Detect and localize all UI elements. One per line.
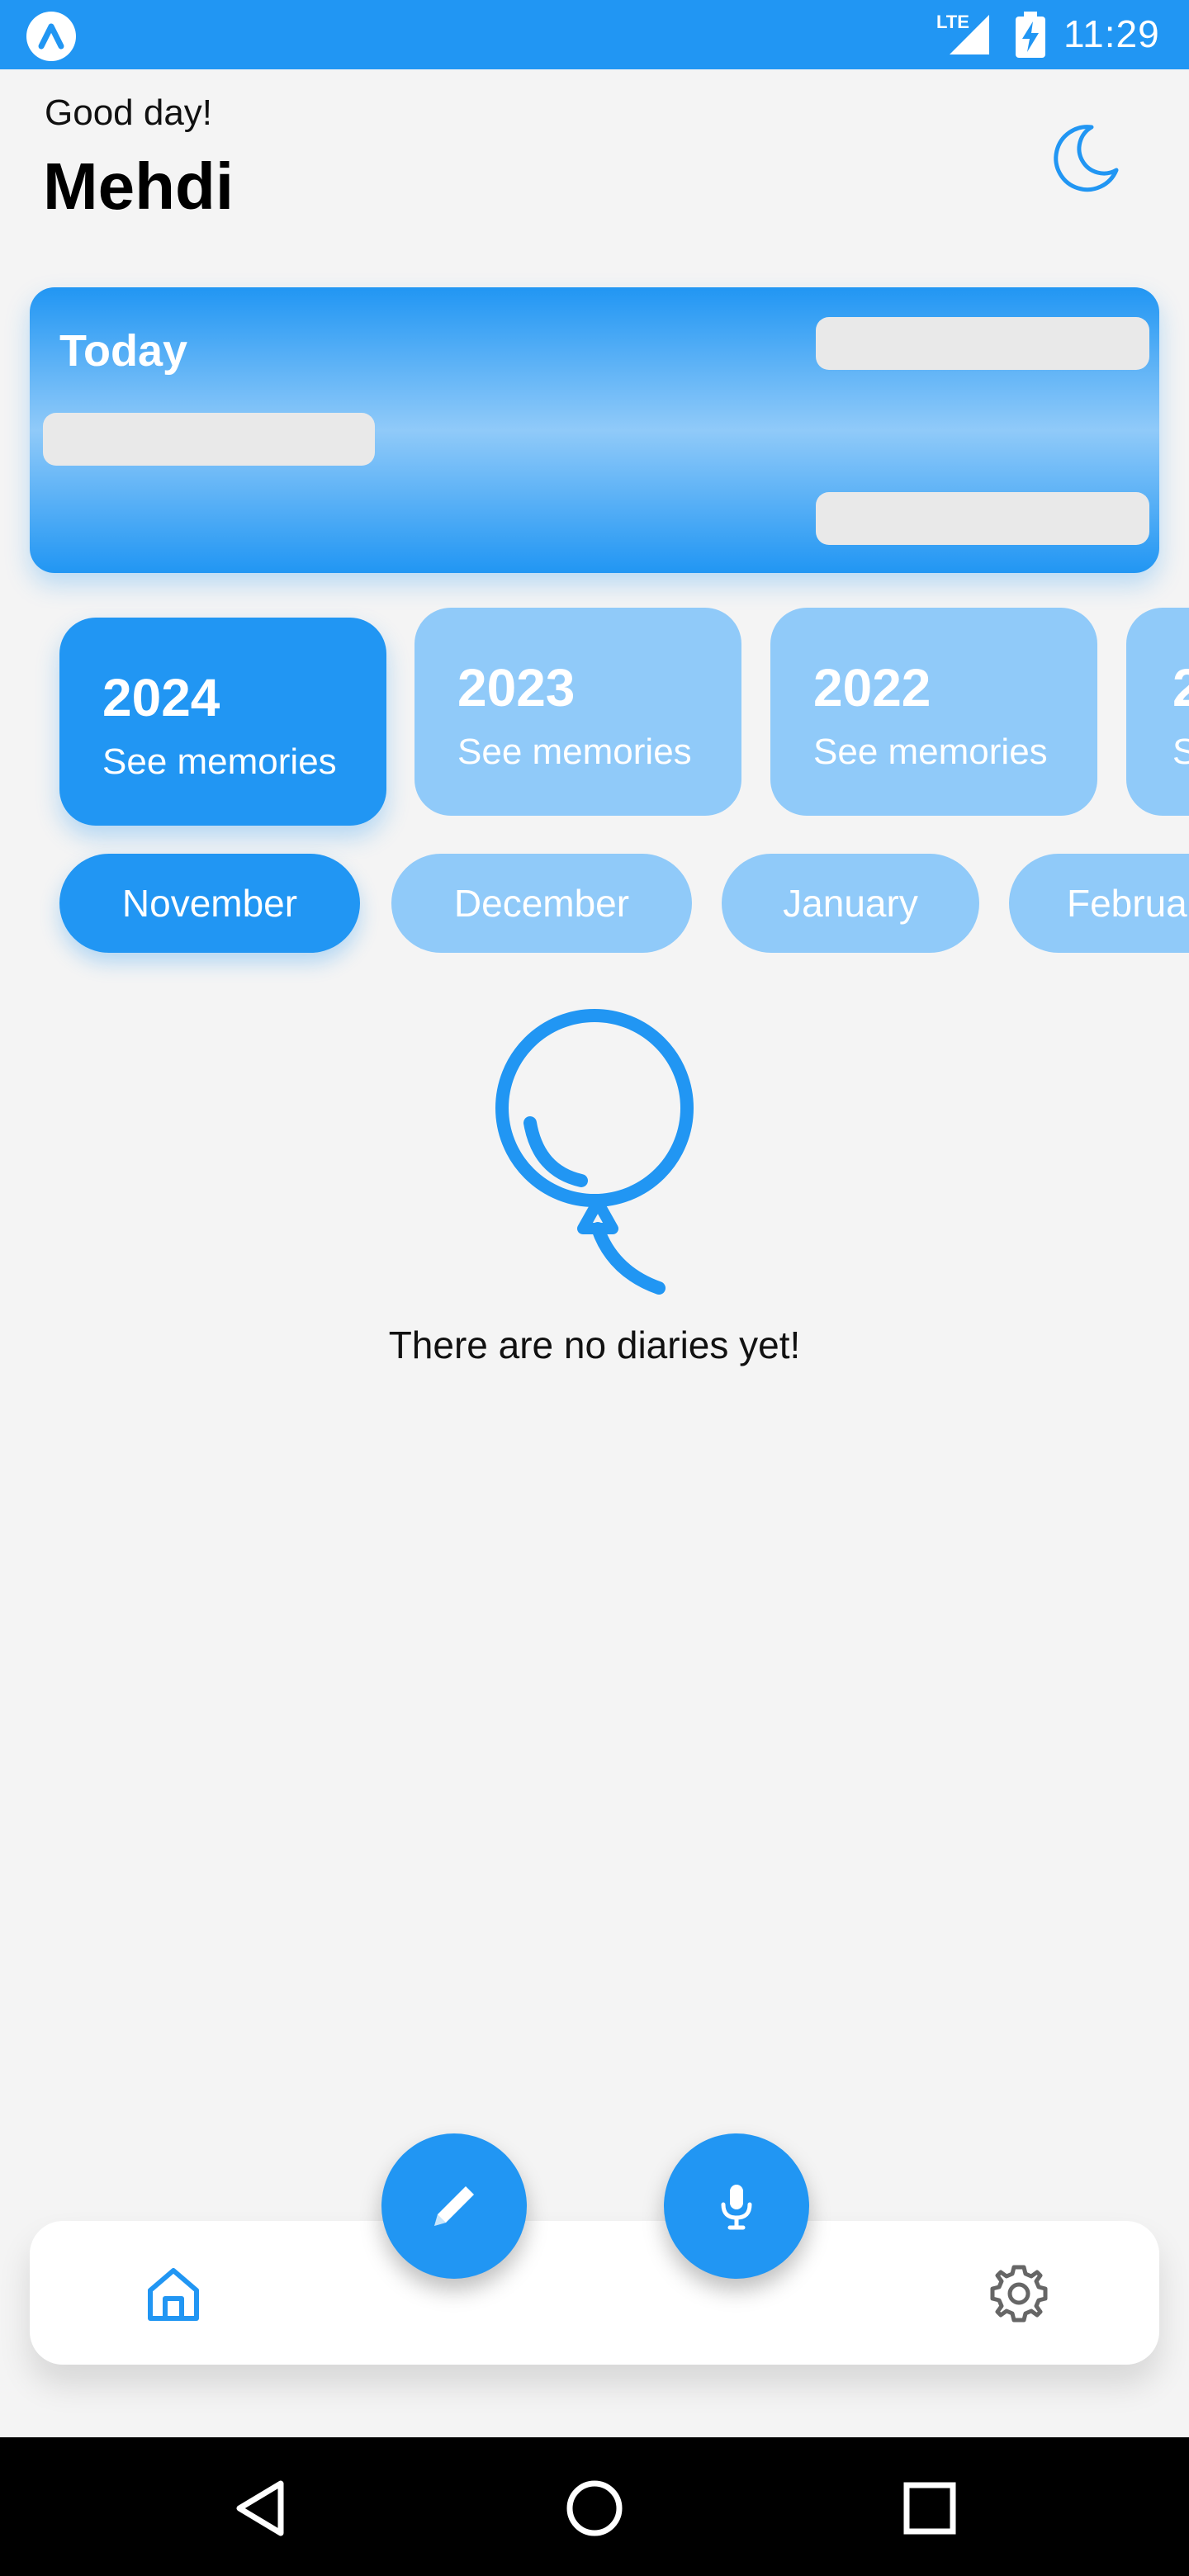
- today-card[interactable]: Today: [30, 287, 1159, 573]
- back-icon[interactable]: [231, 2477, 294, 2540]
- app-logo-icon: [26, 12, 76, 61]
- year-memories-label: See memories: [813, 732, 1048, 772]
- app-root: LTE 11:29 Good day! Mehdi Today 2024 See…: [0, 0, 1189, 2576]
- nav-home-button[interactable]: [142, 2262, 205, 2325]
- pencil-icon: [434, 2186, 474, 2226]
- month-selector: November December January Februa: [0, 850, 1189, 958]
- loading-placeholder: [43, 413, 375, 466]
- clock: 11:29: [1063, 12, 1160, 55]
- greeting-text: Good day!: [45, 92, 213, 133]
- empty-state-message: There are no diaries yet!: [388, 1324, 801, 1366]
- bottom-nav: [30, 2221, 1159, 2365]
- home-circle-icon[interactable]: [563, 2477, 626, 2540]
- year-value: 2: [1172, 658, 1189, 717]
- nav-settings-button[interactable]: [988, 2262, 1050, 2325]
- year-card-2022[interactable]: 2022 See memories: [770, 608, 1097, 816]
- year-card-2024[interactable]: 2024 See memories: [59, 618, 386, 826]
- year-selector: 2024 See memories 2023 See memories 2022…: [0, 603, 1189, 842]
- loading-placeholder: [816, 317, 1149, 370]
- settings-icon: [990, 2265, 1048, 2323]
- home-icon: [148, 2268, 199, 2321]
- status-bar: LTE 11:29: [0, 0, 1189, 69]
- loading-placeholder: [816, 492, 1149, 545]
- year-value: 2022: [813, 658, 931, 717]
- month-january[interactable]: January: [722, 854, 979, 953]
- year-card-2023[interactable]: 2023 See memories: [414, 608, 741, 816]
- signal-icon: [950, 15, 989, 54]
- year-memories-label: See memories: [457, 732, 692, 772]
- write-diary-button[interactable]: [381, 2133, 527, 2279]
- month-november[interactable]: November: [59, 854, 360, 953]
- voice-diary-button[interactable]: [664, 2133, 809, 2279]
- microphone-icon: [721, 2185, 752, 2230]
- today-title: Today: [59, 326, 188, 376]
- year-card-partial[interactable]: 2 S: [1126, 608, 1189, 816]
- system-navigation-bar: [0, 2437, 1189, 2576]
- user-name: Mehdi: [43, 149, 234, 223]
- year-memories-label: S: [1172, 732, 1189, 772]
- year-value: 2024: [102, 668, 220, 727]
- month-december[interactable]: December: [391, 854, 692, 953]
- recent-apps-icon[interactable]: [898, 2477, 961, 2540]
- dark-mode-toggle[interactable]: [1040, 116, 1126, 201]
- year-memories-label: See memories: [102, 741, 337, 782]
- battery-charging-icon: [1016, 12, 1045, 58]
- year-value: 2023: [457, 658, 576, 717]
- month-february[interactable]: Februa: [1009, 854, 1189, 953]
- balloon-icon: [495, 1009, 694, 1295]
- moon-icon: [1054, 125, 1119, 192]
